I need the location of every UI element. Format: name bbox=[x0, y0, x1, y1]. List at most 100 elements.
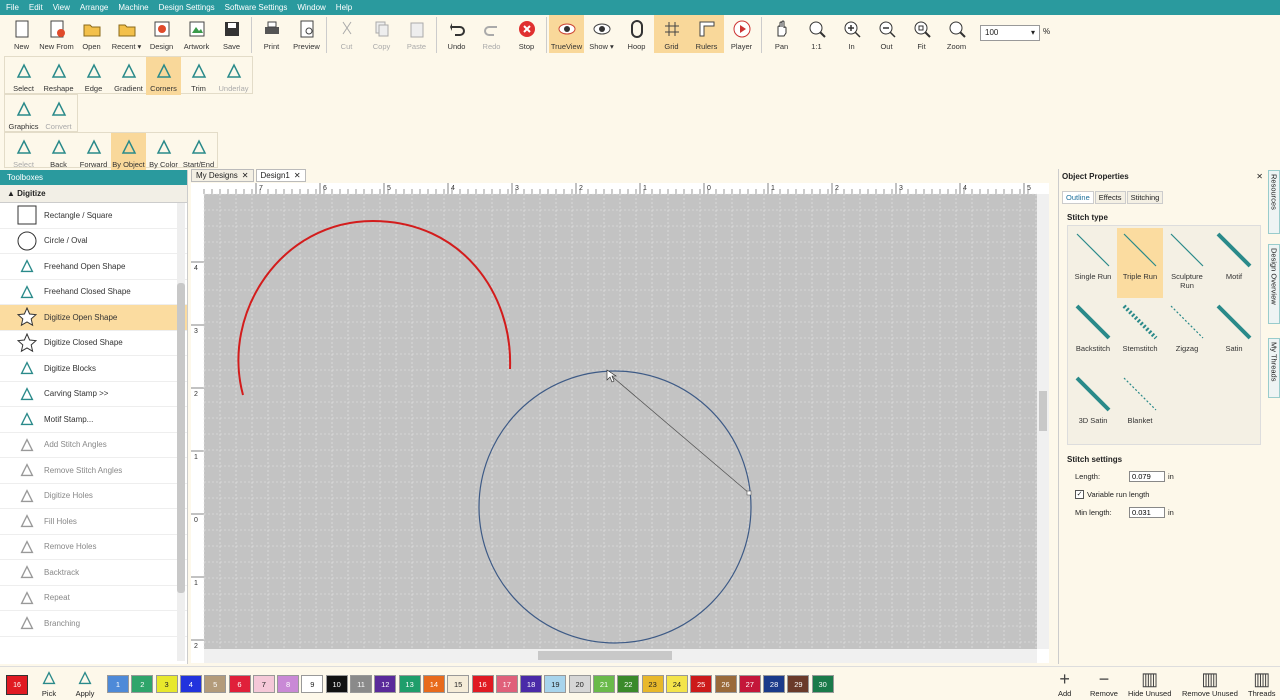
thread-swatch[interactable]: 2 bbox=[131, 675, 154, 693]
redo-button[interactable]: Redo bbox=[474, 15, 509, 53]
remove-unused-button[interactable]: ▥ Remove Unused bbox=[1182, 669, 1238, 698]
menu-view[interactable]: View bbox=[53, 3, 70, 12]
close-icon[interactable]: ✕ bbox=[242, 171, 249, 180]
stitch-backstitch[interactable]: Backstitch bbox=[1070, 300, 1116, 370]
thread-swatch[interactable]: 11 bbox=[350, 675, 372, 693]
trim-button[interactable]: Trim bbox=[181, 57, 216, 95]
thread-swatch[interactable]: 20 bbox=[568, 675, 591, 693]
stitch-blanket[interactable]: Blanket bbox=[1117, 372, 1163, 442]
preview-button[interactable]: Preview bbox=[289, 15, 324, 53]
stitch-stemstitch[interactable]: Stemstitch bbox=[1117, 300, 1163, 370]
gradient-button[interactable]: Gradient bbox=[111, 57, 146, 95]
zoom-out-button[interactable]: Out bbox=[869, 15, 904, 53]
tool-remove-holes[interactable]: Remove Holes bbox=[0, 535, 187, 560]
by-color-button[interactable]: By Color bbox=[146, 133, 181, 171]
zoom-1to1-button[interactable]: 1:1 bbox=[799, 15, 834, 53]
length-input[interactable] bbox=[1129, 471, 1165, 482]
tab-outline[interactable]: Outline bbox=[1062, 191, 1094, 204]
tool-circle[interactable]: Circle / Oval bbox=[0, 229, 187, 254]
side-tab-my-threads[interactable]: My Threads bbox=[1268, 338, 1280, 398]
underlay-button[interactable]: Underlay bbox=[216, 57, 251, 95]
tool-fill-holes[interactable]: Fill Holes bbox=[0, 509, 187, 535]
grid-button[interactable]: Grid bbox=[654, 15, 689, 53]
forward-arrow-button[interactable]: Forward bbox=[76, 133, 111, 171]
tab-design1[interactable]: Design1 ✕ bbox=[255, 169, 306, 182]
add-button[interactable]: + Add bbox=[1058, 669, 1071, 698]
thread-swatch[interactable]: 4 bbox=[179, 675, 202, 693]
tool-remove-angles[interactable]: Remove Stitch Angles bbox=[0, 458, 187, 484]
hide-unused-button[interactable]: ▥ Hide Unused bbox=[1128, 669, 1171, 698]
side-tab-design-overview[interactable]: Design Overview bbox=[1268, 244, 1280, 324]
tool-stamp[interactable]: Carving Stamp >> bbox=[0, 382, 187, 407]
thread-swatch[interactable]: 14 bbox=[422, 675, 445, 693]
thread-swatch[interactable]: 17 bbox=[495, 675, 518, 693]
thread-swatch[interactable]: 10 bbox=[325, 675, 348, 693]
thread-swatch[interactable]: 12 bbox=[374, 675, 397, 693]
menu-software-settings[interactable]: Software Settings bbox=[225, 3, 288, 12]
variable-run-checkbox[interactable]: ✓ bbox=[1075, 490, 1084, 499]
menu-machine[interactable]: Machine bbox=[118, 3, 148, 12]
stitch-motif[interactable]: Motif bbox=[1211, 228, 1257, 298]
thread-swatch[interactable]: 16 bbox=[471, 675, 494, 693]
tool-freehand-closed[interactable]: Freehand Closed Shape bbox=[0, 280, 187, 305]
tool-star-open[interactable]: Digitize Open Shape bbox=[0, 305, 187, 331]
thread-swatch[interactable]: 9 bbox=[301, 675, 324, 693]
thread-swatch[interactable]: 30 bbox=[811, 675, 834, 693]
by-object-button[interactable]: By Object bbox=[111, 133, 146, 171]
copy-button[interactable]: Copy bbox=[364, 15, 399, 53]
select-sequence-button[interactable]: Select bbox=[6, 133, 41, 171]
menu-window[interactable]: Window bbox=[297, 3, 325, 12]
start-end-button[interactable]: Start/End bbox=[181, 133, 216, 171]
tool-star-closed[interactable]: Digitize Closed Shape bbox=[0, 331, 187, 356]
tool-freehand-open[interactable]: Freehand Open Shape bbox=[0, 254, 187, 280]
menu-edit[interactable]: Edit bbox=[29, 3, 43, 12]
zoom-level-select[interactable]: 100 ▾ bbox=[980, 25, 1040, 41]
trueview-button[interactable]: TrueView bbox=[549, 15, 584, 53]
tab-stitching[interactable]: Stitching bbox=[1126, 191, 1164, 204]
hoop-button[interactable]: Hoop bbox=[619, 15, 654, 53]
eye-button[interactable]: Show ▾ bbox=[584, 15, 619, 53]
design-button[interactable]: Design bbox=[144, 15, 179, 53]
print-button[interactable]: Print bbox=[254, 15, 289, 53]
tab-my-designs[interactable]: My Designs ✕ bbox=[191, 169, 254, 182]
stitch-3d-satin[interactable]: 3D Satin bbox=[1070, 372, 1116, 442]
thread-swatch[interactable]: 15 bbox=[447, 675, 470, 693]
thread-swatch[interactable]: 24 bbox=[665, 675, 688, 693]
undo-button[interactable]: Undo bbox=[439, 15, 474, 53]
tool-repeat[interactable]: Repeat bbox=[0, 586, 187, 611]
tool-branching[interactable]: Branching bbox=[0, 611, 187, 637]
artwork-button[interactable]: Artwork bbox=[179, 15, 214, 53]
play-button[interactable]: Player bbox=[724, 15, 759, 53]
back-arrow-button[interactable]: Back bbox=[41, 133, 76, 171]
tool-digitize-holes[interactable]: Digitize Holes bbox=[0, 484, 187, 509]
new-from-button[interactable]: New From bbox=[39, 15, 74, 53]
thread-swatch[interactable]: 22 bbox=[617, 675, 640, 693]
menu-design-settings[interactable]: Design Settings bbox=[159, 3, 215, 12]
digitize-section-header[interactable]: ▲ Digitize bbox=[0, 185, 187, 203]
zoom-in-button[interactable]: In bbox=[834, 15, 869, 53]
stitch-single-run[interactable]: Single Run bbox=[1070, 228, 1116, 298]
rulers-button[interactable]: Rulers bbox=[689, 15, 724, 53]
apply-button[interactable]: Apply bbox=[74, 669, 96, 698]
design-canvas[interactable]: 7 6 5 4 3 2 1 0 1 2 3 4 5 4 3 2 1 0 1 2 bbox=[191, 183, 1049, 663]
thread-swatch[interactable]: 1 bbox=[107, 675, 129, 693]
thread-swatch[interactable]: 3 bbox=[155, 675, 178, 693]
thread-swatch[interactable]: 27 bbox=[738, 675, 761, 693]
tool-add-angles[interactable]: Add Stitch Angles bbox=[0, 433, 187, 458]
threads-button[interactable]: ▥ Threads bbox=[1248, 669, 1276, 698]
pick-button[interactable]: Pick bbox=[38, 669, 60, 698]
zoom-button[interactable]: Zoom bbox=[939, 15, 974, 53]
stop-button[interactable]: Stop bbox=[509, 15, 544, 53]
select-arrow-button[interactable]: Select bbox=[6, 57, 41, 95]
folder-open-button[interactable]: Open bbox=[74, 15, 109, 53]
properties-close-icon[interactable]: ✕ bbox=[1256, 172, 1263, 181]
remove-button[interactable]: − Remove bbox=[1090, 669, 1118, 698]
menu-arrange[interactable]: Arrange bbox=[80, 3, 108, 12]
node-handle[interactable] bbox=[746, 490, 752, 496]
thread-swatch[interactable]: 18 bbox=[520, 675, 543, 693]
recent-folder-button[interactable]: Recent ▾ bbox=[109, 15, 144, 53]
paste-button[interactable]: Paste bbox=[399, 15, 434, 53]
thread-swatch[interactable]: 23 bbox=[641, 675, 664, 693]
thread-swatch[interactable]: 13 bbox=[398, 675, 421, 693]
min-length-input[interactable] bbox=[1129, 507, 1165, 518]
